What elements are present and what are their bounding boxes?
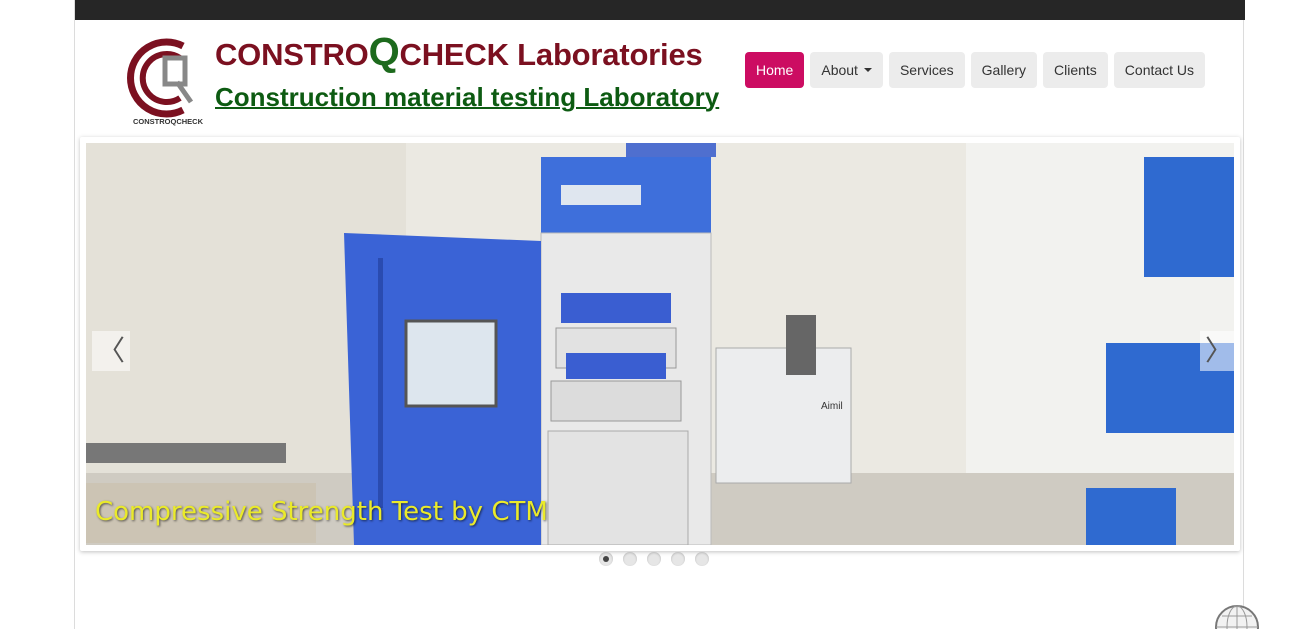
site-subtitle: Construction material testing Laboratory: [215, 82, 720, 112]
carousel-indicator-1[interactable]: [599, 552, 613, 566]
slide-image: Aimil: [86, 143, 1234, 545]
carousel-prev-button[interactable]: 〈: [92, 331, 130, 371]
carousel-indicator-5[interactable]: [695, 552, 709, 566]
nav-gallery-label: Gallery: [981, 62, 1026, 78]
site-title: CONSTROQCHECK Laboratories: [215, 30, 703, 75]
main-nav: Home About Services Gallery Clients Cont…: [745, 52, 1206, 88]
nav-home[interactable]: Home: [745, 52, 805, 88]
logo-text: CONSTROQCHECK: [133, 117, 204, 126]
scroll-top-button[interactable]: [1214, 604, 1260, 629]
logo[interactable]: CONSTROQCHECK: [125, 32, 211, 128]
slide-caption: Compressive Strength Test by CTM: [95, 497, 548, 527]
nav-about-label: About: [821, 62, 858, 78]
caret-down-icon: [863, 68, 872, 72]
nav-contact-label: Contact Us: [1124, 62, 1195, 78]
carousel-slide[interactable]: Aimil Compressive Strength Test by CTM 〈…: [86, 143, 1234, 545]
carousel-indicator-3[interactable]: [647, 552, 661, 566]
nav-services-label: Services: [899, 62, 954, 78]
carousel-indicator-2[interactable]: [623, 552, 637, 566]
page-container: CONSTROQCHECK CONSTROQCHECK Laboratories…: [74, 0, 1245, 629]
nav-services[interactable]: Services: [888, 52, 965, 88]
nav-gallery[interactable]: Gallery: [970, 52, 1037, 88]
image-carousel: Aimil Compressive Strength Test by CTM 〈…: [80, 137, 1240, 551]
nav-home-label: Home: [756, 62, 794, 78]
equipment-label: Aimil: [821, 401, 843, 412]
title-q: Q: [368, 30, 400, 74]
top-bar: [75, 0, 1245, 20]
carousel-indicator-4[interactable]: [671, 552, 685, 566]
chevron-left-icon: 〈: [96, 334, 125, 367]
nav-contact[interactable]: Contact Us: [1113, 52, 1206, 88]
globe-icon: [1215, 605, 1259, 629]
title-prefix: CONSTRO: [215, 37, 369, 72]
nav-clients-label: Clients: [1054, 62, 1097, 78]
chevron-right-icon: 〉: [1204, 334, 1233, 367]
carousel-indicators: [599, 552, 709, 566]
carousel-next-button[interactable]: 〉: [1200, 331, 1234, 371]
title-suffix: CHECK Laboratories: [399, 37, 703, 72]
nav-clients[interactable]: Clients: [1043, 52, 1108, 88]
nav-about[interactable]: About: [810, 52, 883, 88]
